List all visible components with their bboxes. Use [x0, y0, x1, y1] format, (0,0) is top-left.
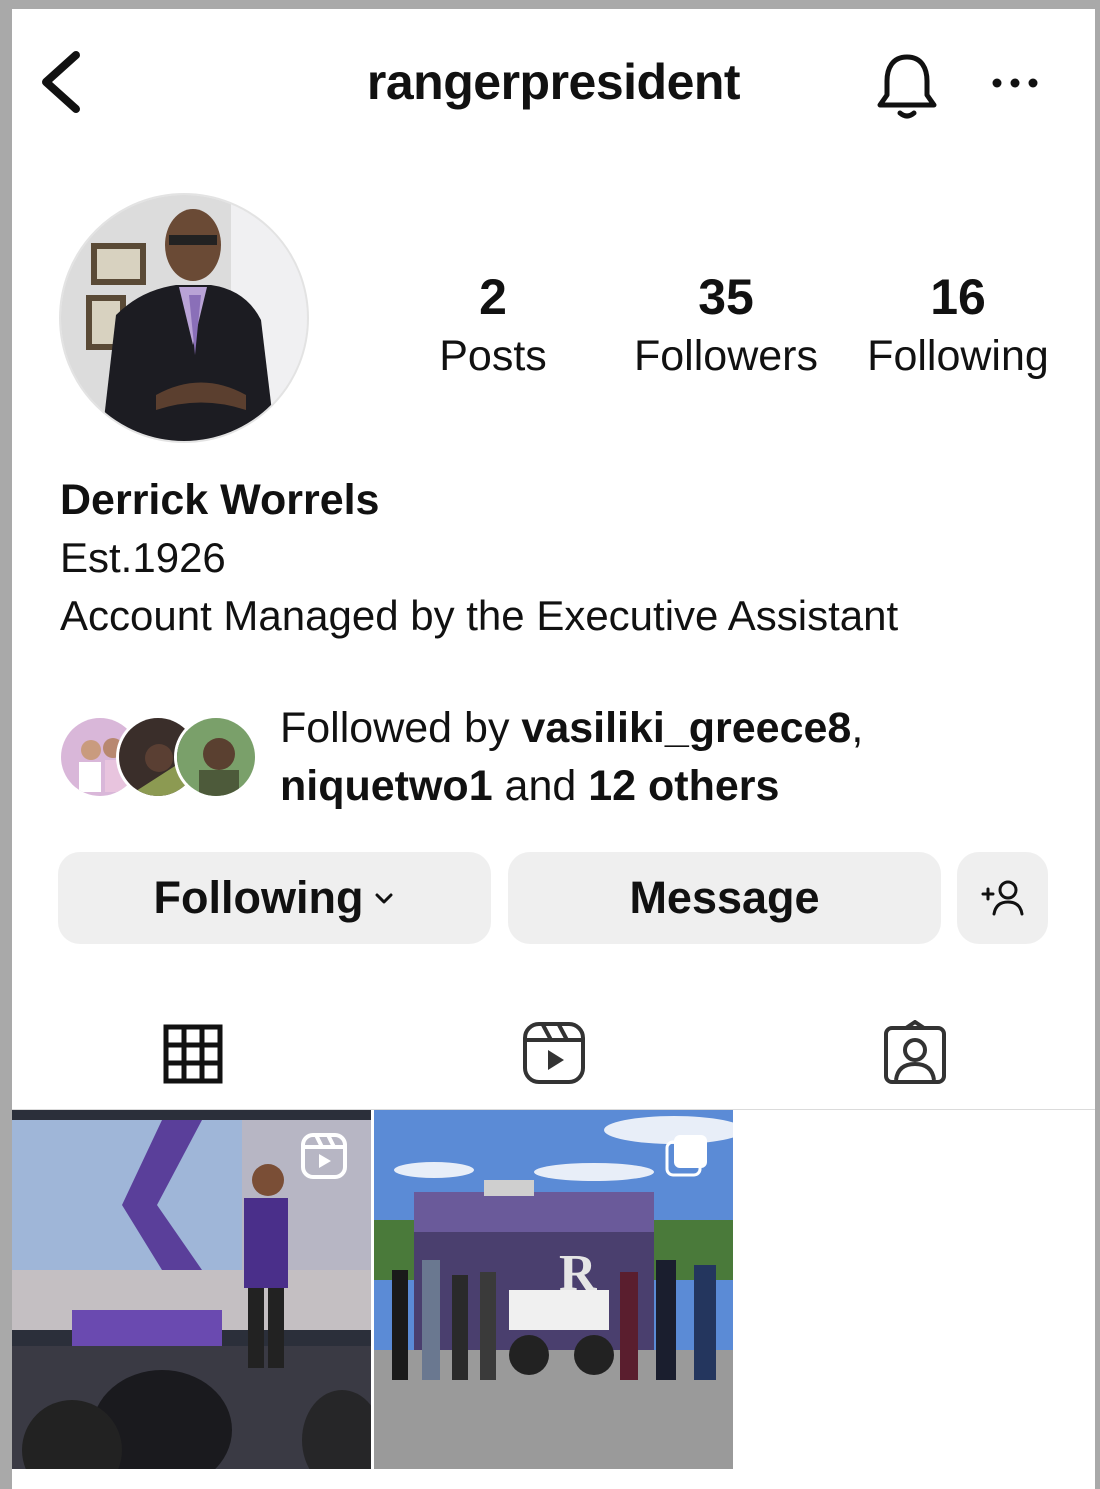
reels-icon [522, 1022, 585, 1084]
tab-grid[interactable] [12, 999, 373, 1107]
add-person-icon [981, 880, 1023, 916]
tab-tagged[interactable] [734, 999, 1095, 1107]
following-button-label: Following [153, 872, 364, 923]
followers-value: 35 [698, 269, 754, 325]
posts-label: Posts [439, 332, 547, 380]
followed-by-comma: , [851, 704, 864, 752]
chevron-down-icon [375, 893, 393, 904]
followed-by-and: and [492, 762, 589, 810]
posts-value: 2 [479, 269, 507, 325]
following-value: 16 [930, 269, 986, 325]
bio-line-2: Account Managed by the Executive Assista… [60, 592, 899, 639]
message-button-label: Message [629, 872, 820, 923]
profile-bio: Derrick Worrels Est.1926 Account Managed… [60, 471, 898, 645]
bio-line-1: Est.1926 [60, 534, 226, 581]
mutual-avatar-3 [174, 715, 258, 799]
top-bar: rangerpresident [12, 9, 1095, 159]
bell-icon [877, 54, 937, 119]
notifications-button[interactable] [874, 49, 940, 125]
following-button[interactable]: Following [58, 852, 491, 944]
mutual-user-2[interactable]: niquetwo1 [280, 762, 493, 810]
followers-label: Followers [634, 332, 818, 380]
profile-avatar[interactable] [59, 193, 309, 443]
post-thumbnail-1[interactable] [12, 1110, 371, 1469]
tagged-person-icon [883, 1020, 946, 1084]
posts-count[interactable]: 2 Posts [418, 269, 568, 387]
followers-count[interactable]: 35 Followers [618, 269, 834, 387]
following-count[interactable]: 16 Following [850, 269, 1066, 387]
suggest-people-button[interactable] [957, 852, 1048, 944]
profile-display-name: Derrick Worrels [60, 476, 380, 524]
avatar-photo [61, 195, 307, 441]
reel-badge-icon [301, 1133, 347, 1179]
mutual-others[interactable]: 12 others [588, 762, 779, 810]
tab-reels[interactable] [373, 999, 734, 1107]
profile-screen: rangerpresident 2 Posts 35 Followers 16 … [12, 9, 1095, 1489]
mutual-user-1[interactable]: vasiliki_greece8 [521, 704, 851, 752]
multiple-posts-icon [665, 1135, 707, 1177]
followed-by-prefix: Followed by [280, 704, 522, 752]
followed-by-text: Followed by vasiliki_greece8, niquetwo1 … [280, 699, 863, 815]
post-thumbnail-2[interactable]: R [374, 1110, 733, 1469]
message-button[interactable]: Message [508, 852, 941, 944]
following-label: Following [867, 332, 1049, 380]
grid-icon [163, 1024, 222, 1084]
followed-by-section[interactable]: Followed by vasiliki_greece8, niquetwo1 … [58, 699, 1058, 819]
content-tabs [12, 999, 1095, 1110]
more-options-button[interactable] [987, 63, 1047, 103]
more-horizontal-icon [992, 78, 1038, 88]
